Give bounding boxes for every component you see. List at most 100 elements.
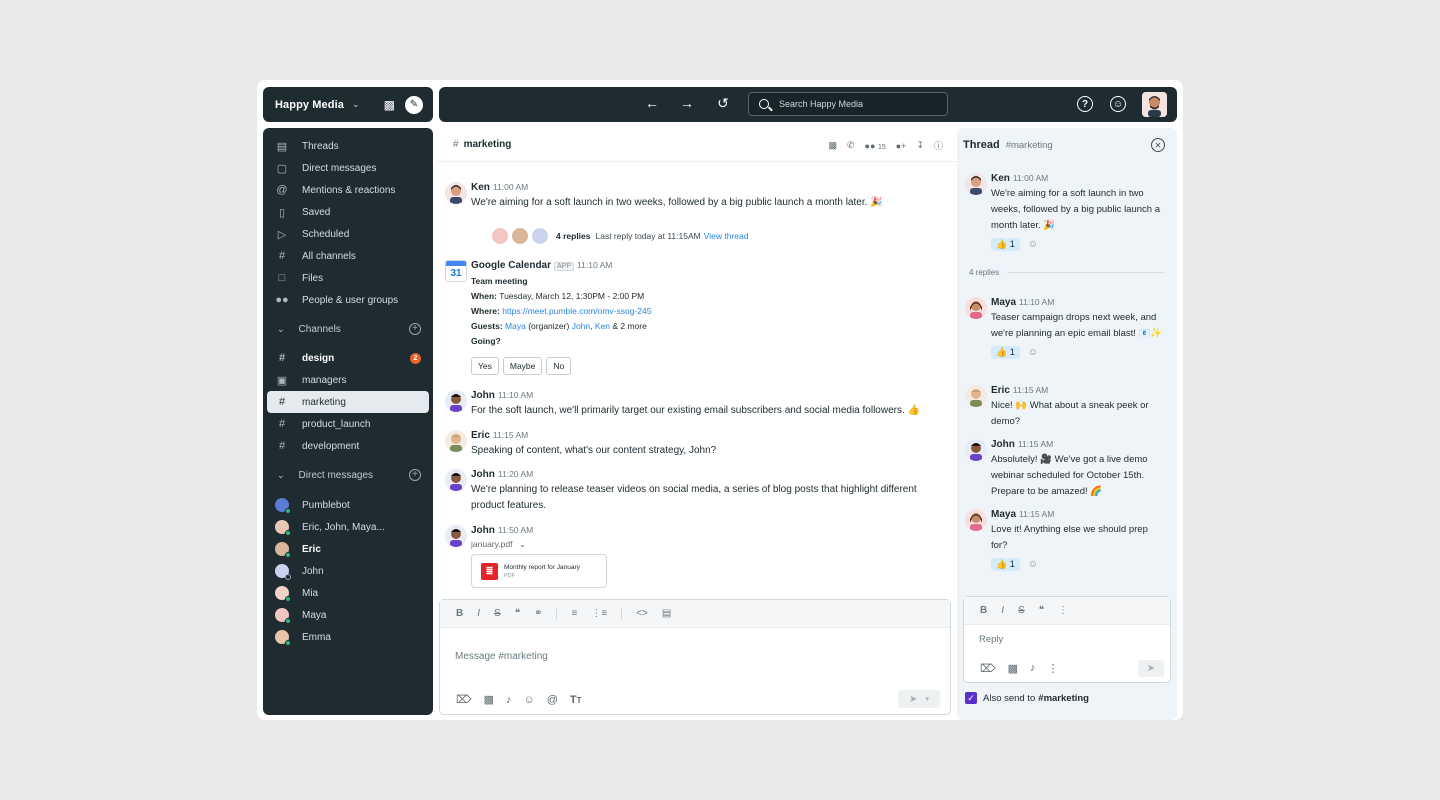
help-icon[interactable]: ? <box>1077 96 1093 112</box>
send-button[interactable]: ➤ ▾ <box>898 690 940 708</box>
chevron-down-icon[interactable]: ▾ <box>925 695 929 703</box>
workspace-name[interactable]: Happy Media <box>275 99 344 111</box>
dm-section-header[interactable]: ⌄ Direct messages + <box>267 464 429 486</box>
avatar[interactable] <box>965 509 987 531</box>
code-block-icon[interactable]: ▤ <box>662 608 671 619</box>
view-thread-link[interactable]: View thread <box>704 231 749 241</box>
message-author[interactable]: John <box>991 439 1015 450</box>
emoji-icon[interactable]: ☺ <box>523 694 534 706</box>
sidebar-item-development[interactable]: # development <box>267 435 429 457</box>
sidebar-item-product-launch[interactable]: # product_launch <box>267 413 429 435</box>
microphone-icon[interactable]: ♪ <box>1030 662 1036 675</box>
add-channel-icon[interactable]: + <box>409 323 421 335</box>
checkbox-checked-icon[interactable]: ✓ <box>965 692 977 704</box>
add-dm-icon[interactable]: + <box>409 469 421 481</box>
avatar[interactable] <box>965 439 987 461</box>
strikethrough-icon[interactable]: S <box>1018 605 1025 616</box>
bold-icon[interactable]: B <box>456 608 463 619</box>
mention-icon[interactable]: @ <box>547 694 558 706</box>
members-button[interactable]: ●● 15 <box>865 141 886 151</box>
sidebar-item-dm-pumblebot[interactable]: Pumblebot <box>267 494 429 516</box>
video-call-icon[interactable]: ▩ <box>828 140 837 151</box>
message-author[interactable]: John <box>471 390 495 401</box>
phone-icon[interactable]: ✆ <box>847 140 855 151</box>
avatar[interactable] <box>445 182 467 204</box>
add-reaction-icon[interactable]: ☺ <box>1028 559 1038 570</box>
sidebar-item-dm-eric[interactable]: Eric <box>267 538 429 560</box>
message-author[interactable]: Eric <box>991 385 1010 396</box>
message-input[interactable]: Message #marketing <box>455 651 548 662</box>
sidebar-item-dm-emma[interactable]: Emma <box>267 626 429 648</box>
message-author[interactable]: John <box>471 525 495 536</box>
bold-icon[interactable]: B <box>980 605 987 616</box>
thread-channel[interactable]: #marketing <box>1006 140 1053 151</box>
rsvp-no-button[interactable]: No <box>546 357 572 375</box>
add-reaction-icon[interactable]: ☺ <box>1028 347 1038 358</box>
more-options-icon[interactable]: ⋮ <box>1047 662 1058 675</box>
italic-icon[interactable]: I <box>477 608 480 619</box>
compose-icon[interactable]: ✎ <box>405 95 423 114</box>
sidebar-item-marketing[interactable]: # marketing <box>267 391 429 413</box>
sidebar-item-dm-maya[interactable]: Maya <box>267 604 429 626</box>
strikethrough-icon[interactable]: S <box>494 608 501 619</box>
pin-icon[interactable]: ↧ <box>916 140 924 151</box>
sidebar-item-all-channels[interactable]: # All channels <box>267 245 429 267</box>
add-member-icon[interactable]: ●+ <box>896 141 907 151</box>
code-icon[interactable]: <> <box>636 608 648 619</box>
avatar[interactable] <box>1142 92 1167 117</box>
history-icon[interactable]: ↺ <box>713 95 733 112</box>
also-send-checkbox[interactable]: ✓ Also send to #marketing <box>965 692 1089 704</box>
status-emoji-icon[interactable]: ☺ <box>1110 96 1126 112</box>
sidebar-item-dm-mia[interactable]: Mia <box>267 582 429 604</box>
avatar[interactable] <box>965 297 987 319</box>
avatar[interactable] <box>965 173 987 195</box>
avatar[interactable] <box>445 430 467 452</box>
attachment-icon[interactable]: ⌦ <box>456 693 472 706</box>
file-name-toggle[interactable]: january.pdf ⌄ <box>471 539 950 550</box>
message-author[interactable]: Google Calendar <box>471 260 551 271</box>
sidebar-item-scheduled[interactable]: ▷ Scheduled <box>267 223 429 245</box>
event-title[interactable]: Team meeting <box>471 274 950 289</box>
quote-icon[interactable]: ❝ <box>515 608 520 619</box>
search-input[interactable]: Search Happy Media <box>748 92 948 116</box>
sidebar-item-direct-messages[interactable]: ▢ Direct messages <box>267 157 429 179</box>
text-format-icon[interactable]: TT <box>570 694 582 706</box>
guest-link[interactable]: John <box>572 321 590 331</box>
rsvp-maybe-button[interactable]: Maybe <box>502 357 543 375</box>
sidebar-item-dm-john[interactable]: John <box>267 560 429 582</box>
message-author[interactable]: John <box>471 469 495 480</box>
reaction-thumbs-up[interactable]: 👍 1 <box>991 558 1020 571</box>
message-author[interactable]: Ken <box>471 182 490 193</box>
guest-link[interactable]: Ken <box>595 321 610 331</box>
video-clip-icon[interactable]: ▩ <box>484 693 494 706</box>
meeting-link[interactable]: https://meet.pumble.com/omv-ssog-245 <box>502 306 651 316</box>
sidebar-item-dm-group[interactable]: Eric, John, Maya... <box>267 516 429 538</box>
rsvp-yes-button[interactable]: Yes <box>471 357 499 375</box>
video-clip-icon[interactable]: ▩ <box>1008 662 1018 675</box>
message-author[interactable]: Maya <box>991 297 1016 308</box>
info-icon[interactable]: ⓘ <box>934 139 943 152</box>
reaction-thumbs-up[interactable]: 👍 1 <box>991 238 1020 251</box>
sidebar-item-saved[interactable]: ▯ Saved <box>267 201 429 223</box>
avatar[interactable] <box>445 469 467 491</box>
quote-icon[interactable]: ❝ <box>1039 605 1044 616</box>
message-author[interactable]: Maya <box>991 509 1016 520</box>
sidebar-item-design[interactable]: # design 2 <box>267 347 429 369</box>
italic-icon[interactable]: I <box>1001 605 1004 616</box>
sidebar-item-managers[interactable]: ▣ managers <box>267 369 429 391</box>
avatar[interactable] <box>965 385 987 407</box>
bullet-list-icon[interactable]: ⋮≡ <box>591 608 607 619</box>
numbered-list-icon[interactable]: ≡ <box>571 608 577 619</box>
avatar[interactable] <box>445 525 467 547</box>
send-button[interactable]: ➤ <box>1138 660 1164 677</box>
reaction-thumbs-up[interactable]: 👍 1 <box>991 346 1020 359</box>
close-icon[interactable]: ✕ <box>1151 138 1165 152</box>
channels-section-header[interactable]: ⌄ Channels + <box>267 318 429 340</box>
back-arrow-icon[interactable]: ← <box>642 95 662 111</box>
file-attachment-card[interactable]: ≣ Monthly report for January PDF <box>471 554 607 588</box>
message-author[interactable]: Ken <box>991 173 1010 184</box>
channel-title[interactable]: marketing <box>464 139 512 150</box>
thread-replies-summary[interactable]: 4 replies Last reply today at 11:15AM Vi… <box>492 228 748 244</box>
reply-input[interactable]: Reply <box>979 634 1003 645</box>
sidebar-item-mentions[interactable]: @ Mentions & reactions <box>267 179 429 201</box>
